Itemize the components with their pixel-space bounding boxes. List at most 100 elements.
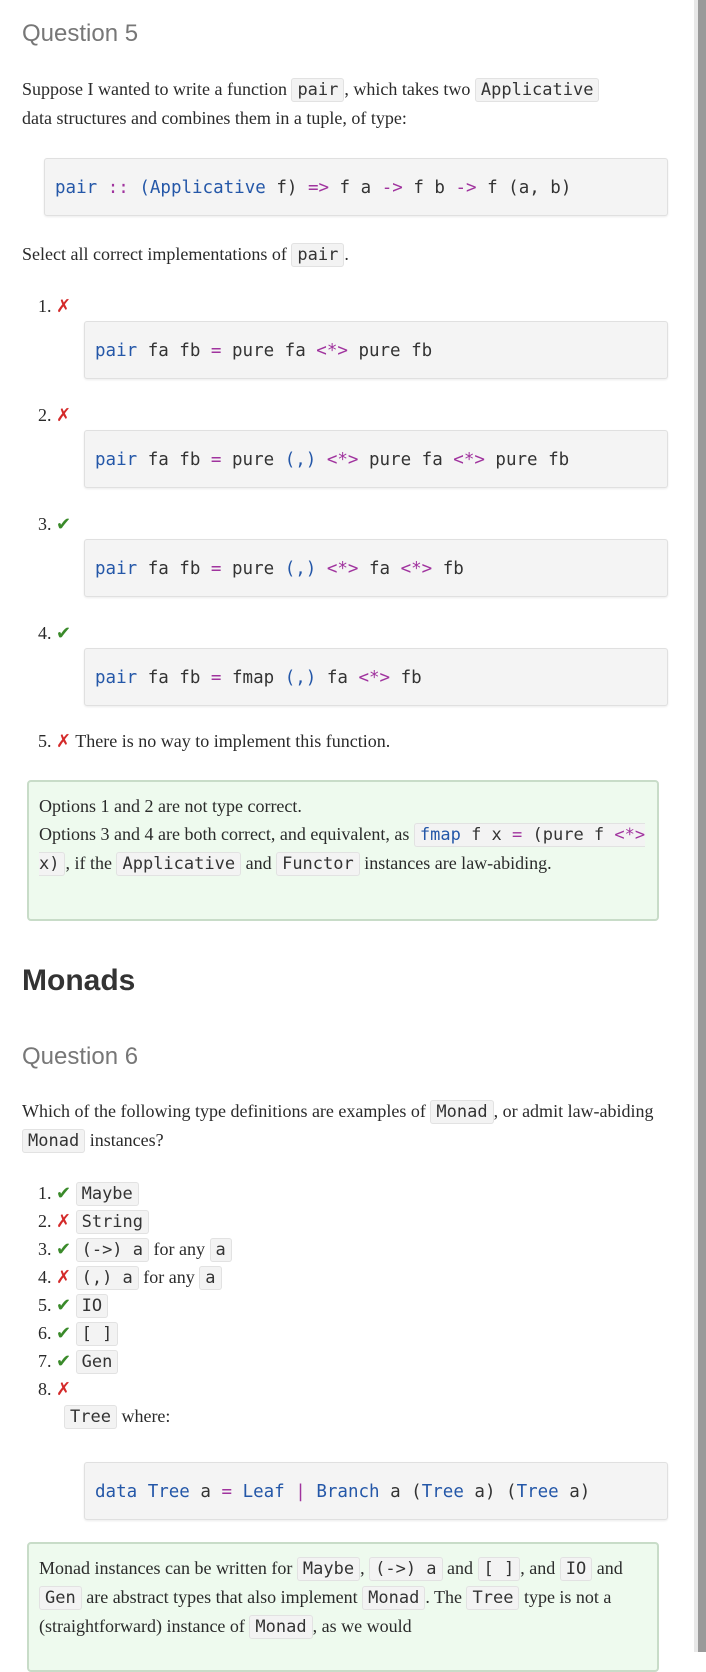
answer-line: Monad instances can be written for Maybe… <box>39 1554 647 1641</box>
option-number: 1. <box>38 1183 52 1203</box>
instruction-text: . <box>344 244 349 264</box>
tree-definition-code: data Tree a = Leaf | Branch a (Tree a) (… <box>84 1462 668 1520</box>
answer-text: Options 3 and 4 are both correct, and eq… <box>39 824 414 844</box>
scrollbar[interactable] <box>694 0 706 1652</box>
inline-code: (,) a <box>75 1266 139 1290</box>
option-number: 8. <box>38 1379 52 1399</box>
code-token: data <box>95 1482 138 1502</box>
answer-line: Options 1 and 2 are not type correct. <box>39 796 302 816</box>
inline-code: Gen <box>39 1586 82 1610</box>
intro-text: , or admit law-abiding <box>493 1101 654 1121</box>
question-5-answer-box: Options 1 and 2 are not type correct. Op… <box>27 780 659 921</box>
intro-text: Suppose I wanted to write a function <box>22 79 292 99</box>
option-number: 4. <box>38 623 52 643</box>
code-token: f) <box>265 178 308 198</box>
code-token: f (a, b) <box>476 178 572 198</box>
intro-text: data structures and combines them in a t… <box>22 108 407 128</box>
code-token: = <box>221 1482 233 1502</box>
answer-text: . The <box>425 1587 467 1607</box>
inline-code: Tree <box>466 1586 520 1610</box>
q6-option-2: 2. ✗ String <box>38 1207 150 1235</box>
option-2-number: 2. ✗ <box>38 405 71 426</box>
option-number: 6. <box>38 1323 52 1343</box>
inline-code: Maybe <box>296 1557 361 1581</box>
check-icon: ✔ <box>56 514 72 534</box>
answer-text: and <box>592 1558 623 1578</box>
inline-code: Monad <box>249 1615 313 1639</box>
select-instruction: Select all correct implementations of pa… <box>22 240 662 269</box>
inline-code: a <box>209 1238 232 1262</box>
check-icon: ✔ <box>56 1295 72 1315</box>
question-6-answer-box: Monad instances can be written for Maybe… <box>27 1542 659 1672</box>
check-icon: ✔ <box>56 623 72 643</box>
code-token: pair <box>55 178 98 198</box>
inline-code: Applicative <box>116 852 242 876</box>
q6-option-3: 3. ✔ (->) a for any a <box>38 1235 232 1263</box>
inline-code: (->) a <box>369 1557 443 1581</box>
code-token: a ( <box>379 1482 422 1502</box>
option-5-text: There is no way to implement this functi… <box>75 731 391 751</box>
answer-text: , as we would <box>312 1616 412 1636</box>
option-number: 7. <box>38 1351 52 1371</box>
answer-text: are abstract types that also implement <box>81 1587 363 1607</box>
q6-option-8-text: Tree where: <box>64 1402 170 1430</box>
cross-icon: ✗ <box>56 1267 72 1287</box>
check-icon: ✔ <box>56 1239 72 1259</box>
intro-text: instances? <box>85 1130 164 1150</box>
option-1-code: pair fa fb = pure fa <*> pure fb <box>84 321 668 379</box>
option-number: 5. <box>38 1295 52 1315</box>
inline-code: String <box>75 1210 150 1234</box>
answer-text: , if the <box>65 853 117 873</box>
inline-code: IO <box>559 1557 593 1581</box>
q6-option-1: 1. ✔ Maybe <box>38 1179 139 1207</box>
cross-icon: ✗ <box>56 1211 72 1231</box>
code-token: Branch <box>316 1482 380 1502</box>
option-2-code: pair fa fb = pure (,) <*> pure fa <*> pu… <box>84 430 668 488</box>
q6-option-7: 7. ✔ Gen <box>38 1347 119 1375</box>
answer-text: and <box>241 853 277 873</box>
option-4-number: 4. ✔ <box>38 623 71 644</box>
answer-text: Monad instances can be written for <box>39 1558 297 1578</box>
inline-code: (->) a <box>75 1238 150 1262</box>
option-4-code: pair fa fb = fmap (,) fa <*> fb <box>84 648 668 706</box>
option-number: 2. <box>38 1211 52 1231</box>
type-signature-code: pair :: (Applicative f) => f a -> f b ->… <box>44 158 668 216</box>
inline-code: Monad <box>22 1129 86 1153</box>
q6-option-8: 8. ✗ <box>38 1375 71 1403</box>
option-text: where: <box>116 1406 171 1426</box>
code-token: -> <box>455 178 477 198</box>
inline-code: Monad <box>362 1586 426 1610</box>
code-token: Tree <box>147 1482 190 1502</box>
code-token: f b <box>402 178 456 198</box>
option-number: 2. <box>38 405 52 425</box>
inline-code: Monad <box>430 1100 494 1124</box>
answer-line: Options 3 and 4 are both correct, and eq… <box>39 820 647 878</box>
cross-icon: ✗ <box>56 296 72 316</box>
inline-code: IO <box>75 1294 109 1318</box>
code-token: :: <box>107 178 129 198</box>
monads-heading: Monads <box>22 964 136 997</box>
option-text: for any <box>138 1267 200 1287</box>
question-6-intro: Which of the following type definitions … <box>22 1097 662 1155</box>
code-token: a) <box>558 1482 591 1502</box>
inline-code: pair <box>291 78 345 102</box>
q6-option-4: 4. ✗ (,) a for any a <box>38 1263 222 1291</box>
code-token: -> <box>381 178 403 198</box>
option-3-code: pair fa fb = pure (,) <*> fa <*> fb <box>84 539 668 597</box>
code-token: Tree <box>516 1482 559 1502</box>
code-token: a) ( <box>463 1482 517 1502</box>
scrollbar-track <box>694 0 698 1652</box>
answer-text: , <box>360 1558 370 1578</box>
cross-icon: ✗ <box>56 1379 72 1399</box>
option-number: 3. <box>38 514 52 534</box>
inline-code: [ ] <box>75 1322 119 1346</box>
code-token: f a <box>329 178 382 198</box>
code-token: | <box>295 1482 306 1502</box>
code-token: Applicative <box>149 178 266 198</box>
answer-text: instances are law-abiding. <box>359 853 552 873</box>
inline-code: a <box>199 1266 222 1290</box>
inline-code: Applicative <box>474 78 600 102</box>
check-icon: ✔ <box>56 1351 72 1371</box>
answer-text: , and <box>520 1558 560 1578</box>
q6-option-6: 6. ✔ [ ] <box>38 1319 119 1347</box>
